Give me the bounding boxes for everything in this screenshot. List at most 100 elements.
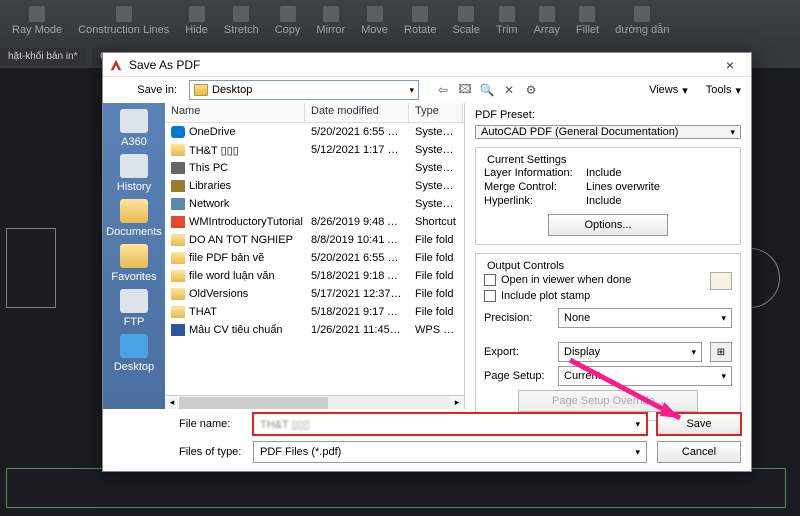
tools-menu[interactable]: Tools▾ xyxy=(706,84,741,97)
place-ftp[interactable]: FTP xyxy=(120,289,148,328)
close-button[interactable]: × xyxy=(715,57,745,73)
delete-icon[interactable]: ✕ xyxy=(501,82,517,98)
ribbon-label: Scale xyxy=(452,24,480,36)
savein-value: Desktop xyxy=(212,84,252,96)
column-type-header[interactable]: Type xyxy=(409,103,463,122)
save-button[interactable]: Save xyxy=(657,413,741,435)
file-row[interactable]: This PCSystem l xyxy=(165,159,464,177)
file-row[interactable]: LibrariesSystem l xyxy=(165,177,464,195)
drawing-tab-1[interactable]: hặt-khối bản in* xyxy=(0,48,86,65)
ribbon-move[interactable]: Move xyxy=(355,4,394,41)
ribbon-rotate[interactable]: Rotate xyxy=(398,4,442,41)
file-row[interactable]: file word luận văn5/18/2021 9:18 AMFile … xyxy=(165,267,464,285)
place-a360[interactable]: A360 xyxy=(120,109,148,148)
tools-label: Tools xyxy=(706,84,732,96)
file-row[interactable]: NetworkSystem l xyxy=(165,195,464,213)
ribbon-array[interactable]: Array xyxy=(528,4,566,41)
ribbon-label: Rotate xyxy=(404,24,436,36)
file-name: Mẫu CV tiêu chuẩn xyxy=(189,324,283,336)
output-controls-group: Output Controls Open in viewer when done… xyxy=(475,253,741,421)
file-row[interactable]: TH&T ▯▯▯5/12/2021 1:17 PMSystem l xyxy=(165,141,464,159)
open-viewer-label: Open in viewer when done xyxy=(501,274,631,286)
file-row[interactable]: WMIntroductoryTutorial8/26/2019 9:48 AMS… xyxy=(165,213,464,231)
file-fold-icon xyxy=(171,306,185,318)
open-in-viewer-checkbox[interactable]: Open in viewer when done xyxy=(484,272,710,288)
file-row[interactable]: file PDF bản vẽ5/20/2021 6:55 PMFile fol… xyxy=(165,249,464,267)
file-row[interactable]: Mẫu CV tiêu chuẩn1/26/2021 11:45 PMWPS P… xyxy=(165,321,464,339)
ribbon-label: Hide xyxy=(185,24,208,36)
file-row[interactable]: OneDrive5/20/2021 6:55 PMSystem l xyxy=(165,123,464,141)
fileoptions-icon[interactable]: ⚙ xyxy=(523,82,539,98)
ribbon-copy[interactable]: Copy xyxy=(269,4,307,41)
back-icon[interactable]: ⇦ xyxy=(435,82,451,98)
preset-value: AutoCAD PDF (General Documentation) xyxy=(481,126,678,138)
file-fold-icon xyxy=(171,144,185,156)
file-name: This PC xyxy=(189,162,228,174)
savein-combo[interactable]: Desktop ▾ xyxy=(189,80,419,100)
place-label: Desktop xyxy=(114,361,154,373)
precision-combo[interactable]: None▾ xyxy=(558,308,732,328)
ribbon-label: đường dẫn xyxy=(615,24,669,36)
file-type: System l xyxy=(409,126,463,138)
ribbon-stretch[interactable]: Stretch xyxy=(218,4,265,41)
filename-input[interactable]: TH&T ▯▯▯ ▾ xyxy=(253,413,647,435)
window-selection-button[interactable]: ⊞ xyxy=(710,342,732,362)
scroll-left-icon[interactable]: ◂ xyxy=(165,397,179,408)
place-documents[interactable]: Documents xyxy=(106,199,162,238)
file-date: 8/8/2019 10:41 AM xyxy=(305,234,409,246)
save-as-pdf-dialog: Save As PDF × Save in: Desktop ▾ ⇦ 🖾 🔍 ✕… xyxy=(102,52,752,472)
ribbon-mirror[interactable]: Mirror xyxy=(310,4,351,41)
filetype-combo[interactable]: PDF Files (*.pdf) ▾ xyxy=(253,441,647,463)
ribbon-label: Ray Mode xyxy=(12,24,62,36)
plot-stamp-button[interactable] xyxy=(710,272,732,290)
file-type: File fold xyxy=(409,306,463,318)
file-row[interactable]: OldVersions5/17/2021 12:37 PMFile fold xyxy=(165,285,464,303)
ribbon-fillet[interactable]: Fillet xyxy=(570,4,605,41)
scroll-right-icon[interactable]: ▸ xyxy=(450,397,464,408)
chevron-down-icon: ▾ xyxy=(635,419,640,430)
layer-info-label: Layer Information: xyxy=(484,167,574,179)
ribbon-layer-combo[interactable]: đường dẫn xyxy=(609,4,675,41)
views-menu[interactable]: Views▾ xyxy=(649,84,688,97)
place-label: History xyxy=(117,181,151,193)
preset-label: PDF Preset: xyxy=(475,109,741,121)
chevron-down-icon: ▾ xyxy=(409,85,414,96)
search-icon[interactable]: 🔍 xyxy=(479,82,495,98)
ribbon-scale[interactable]: Scale xyxy=(446,4,486,41)
dialog-title: Save As PDF xyxy=(129,58,715,72)
file-row[interactable]: THAT5/18/2021 9:17 AMFile fold xyxy=(165,303,464,321)
file-name: THAT xyxy=(189,306,217,318)
export-combo[interactable]: Display▾ xyxy=(558,342,702,362)
ribbon-ray[interactable]: Ray Mode xyxy=(6,4,68,41)
file-date: 5/18/2021 9:18 AM xyxy=(305,270,409,282)
file-cloud-icon xyxy=(171,126,185,138)
output-controls-legend: Output Controls xyxy=(484,260,567,272)
place-history[interactable]: History xyxy=(117,154,151,193)
horizontal-scrollbar[interactable]: ◂ ▸ xyxy=(165,395,464,409)
options-button[interactable]: Options... xyxy=(548,214,668,236)
ribbon-hide[interactable]: Hide xyxy=(179,4,214,41)
column-name-header[interactable]: Name xyxy=(165,103,305,122)
chevron-down-icon: ▾ xyxy=(735,84,741,97)
preset-combo[interactable]: AutoCAD PDF (General Documentation) ▾ xyxy=(475,125,741,139)
chevron-down-icon: ▾ xyxy=(682,84,688,97)
filetype-label: Files of type: xyxy=(179,446,243,458)
filetype-value: PDF Files (*.pdf) xyxy=(260,446,341,458)
place-label: FTP xyxy=(124,316,145,328)
chevron-down-icon: ▾ xyxy=(635,447,640,458)
up-icon[interactable]: 🖾 xyxy=(457,82,473,98)
ribbon-trim[interactable]: Trim xyxy=(490,4,524,41)
folder-icon xyxy=(194,84,208,96)
cancel-button[interactable]: Cancel xyxy=(657,441,741,463)
page-setup-combo[interactable]: Current▾ xyxy=(558,366,732,386)
checkbox-icon xyxy=(484,274,496,286)
place-desktop[interactable]: Desktop xyxy=(114,334,154,373)
scroll-thumb[interactable] xyxy=(179,397,328,409)
include-plot-stamp-checkbox[interactable]: Include plot stamp xyxy=(484,288,710,304)
merge-control-label: Merge Control: xyxy=(484,181,574,193)
place-favorites[interactable]: Favorites xyxy=(111,244,156,283)
ribbon-construction[interactable]: Construction Lines xyxy=(72,4,175,41)
column-date-header[interactable]: Date modified xyxy=(305,103,409,122)
file-pc-icon xyxy=(171,162,185,174)
file-row[interactable]: DO AN TOT NGHIEP8/8/2019 10:41 AMFile fo… xyxy=(165,231,464,249)
